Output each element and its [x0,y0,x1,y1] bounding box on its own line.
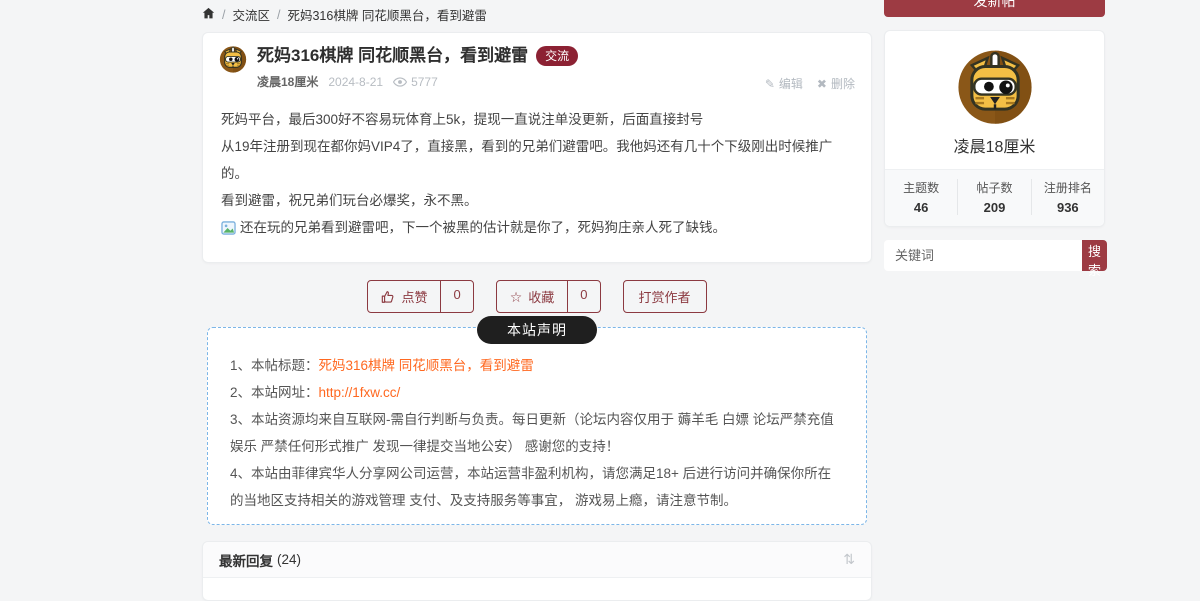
post-card: 死妈316棋牌 同花顺黑台，看到避雷 交流 凌晨18厘米 2024-8-21 5… [202,32,872,263]
author-avatar-small[interactable] [219,45,247,73]
post-paragraph: 看到避雷，祝兄弟们玩台必爆奖，永不黑。 [221,193,478,208]
breadcrumb-item-forum[interactable]: 交流区 [232,5,270,24]
delete-icon: ✖ [816,76,827,91]
author-name[interactable]: 凌晨18厘米 [257,73,318,90]
delete-button[interactable]: ✖ 删除 [817,75,855,92]
post-header-text: 死妈316棋牌 同花顺黑台，看到避雷 交流 凌晨18厘米 2024-8-21 5… [257,45,579,90]
search-input[interactable] [884,240,1082,271]
post-paragraph: 死妈平台，最后300好不容易玩体育上5k，提现一直说注单没更新，后面直接封号 [221,112,704,127]
replies-count: (24) [277,552,302,567]
breadcrumb-item-current: 死妈316棋牌 同花顺黑台，看到避雷 [287,9,487,23]
category-badge[interactable]: 交流 [536,46,579,67]
search-bar: 搜索 [884,240,1108,278]
user-avatar-large [956,47,1034,125]
breadcrumb: / 交流区 / 死妈316棋牌 同花顺黑台，看到避雷 [202,0,872,24]
post-paragraph: 还在玩的兄弟看到避雷吧，下一个被黑的估计就是你了，死妈狗庄亲人死了缺钱。 [221,214,855,244]
replies-title: 最新回复 [219,553,273,569]
main-column: / 交流区 / 死妈316棋牌 同花顺黑台，看到避雷 死妈316棋牌 同花顺黑台… [202,0,872,601]
like-count: 0 [440,281,472,312]
stat-topics: 主题数 46 [903,181,940,215]
post-date: 2024-8-21 [328,74,384,89]
broken-image-icon [221,217,236,244]
star-icon: ☆ [509,288,523,305]
site-statement: 本站声明 1、本帖标题：死妈316棋牌 同花顺黑台，看到避雷 2、本站网址：ht… [207,316,867,525]
home-icon[interactable] [202,7,215,20]
user-name: 凌晨18厘米 [953,139,1036,156]
favorite-count: 0 [567,281,599,312]
statement-item: 2、本站网址：http://1fxw.cc/ [230,385,401,400]
page-layout: / 交流区 / 死妈316棋牌 同花顺黑台，看到避雷 死妈316棋牌 同花顺黑台… [202,0,1108,601]
stat-posts: 帖子数 209 [957,179,1030,215]
like-button[interactable]: 点赞 0 [367,280,474,313]
replies-header: 最新回复 (24) ⇅ [203,542,871,578]
reward-button[interactable]: 打赏作者 [622,280,707,313]
replies-card: 最新回复 (24) ⇅ [202,541,872,601]
user-stats: 主题数 46 帖子数 209 注册排名 936 [885,169,1104,226]
favorite-button[interactable]: ☆ 收藏 0 [495,280,601,313]
view-count: 5777 [393,75,438,89]
statement-post-title-link[interactable]: 死妈316棋牌 同花顺黑台，看到避雷 [319,358,534,373]
breadcrumb-separator: / [277,7,281,22]
statement-site-url-link[interactable]: http://1fxw.cc/ [319,385,401,400]
search-button[interactable]: 搜索 [1082,240,1108,278]
thumbs-up-icon [381,290,395,304]
eye-icon [393,76,408,87]
new-post-button[interactable]: 发新帖 [884,0,1105,17]
post-meta: 凌晨18厘米 2024-8-21 5777 [257,73,578,90]
statement-item: 1、本帖标题：死妈316棋牌 同花顺黑台，看到避雷 [230,358,534,373]
post-title: 死妈316棋牌 同花顺黑台，看到避雷 [257,46,529,65]
user-card: 凌晨18厘米 主题数 46 帖子数 209 注册排名 936 [884,30,1105,227]
sort-icon[interactable]: ⇅ [843,551,855,568]
post-tools: ✎ 编辑 ✖ 删除 [765,45,855,92]
post-paragraph: 从19年注册到现在都你妈VIP4了，直接黑，看到的兄弟们避雷吧。我他妈还有几十个… [221,139,833,181]
edit-button[interactable]: ✎ 编辑 [765,75,803,92]
breadcrumb-separator: / [222,7,226,22]
stat-rank: 注册排名 936 [1030,179,1104,215]
sidebar: 发新帖 凌晨18厘米 主题数 46 帖子数 209 注册排名 936 关键词 搜… [884,0,1108,601]
post-header: 死妈316棋牌 同花顺黑台，看到避雷 交流 凌晨18厘米 2024-8-21 5… [219,45,855,92]
edit-icon: ✎ [764,76,775,91]
statement-item: 3、本站资源均来自互联网-需自行判断与负责。每日更新（论坛内容仅用于 薅羊毛 白… [230,412,834,454]
post-actions: 点赞 0 ☆ 收藏 0 打赏作者 [202,280,872,313]
post-body: 死妈平台，最后300好不容易玩体育上5k，提现一直说注单没更新，后面直接封号 从… [219,106,855,244]
statement-item: 4、本站由菲律宾华人分享网公司运营，本站运营非盈利机构，请您满足18+ 后进行访… [230,466,832,508]
statement-badge: 本站声明 [477,316,597,344]
